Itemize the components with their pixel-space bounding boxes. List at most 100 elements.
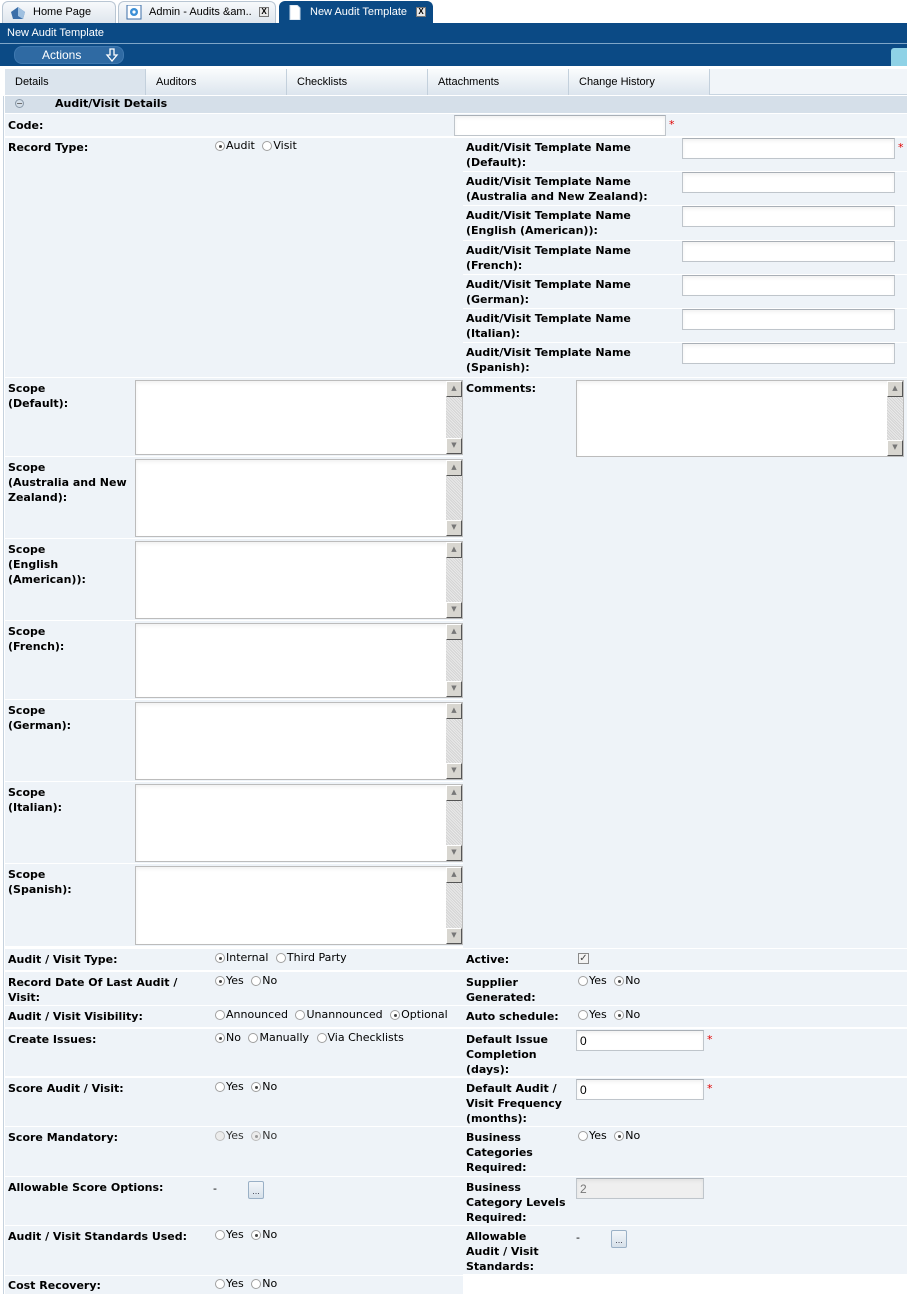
radio-button[interactable] bbox=[215, 953, 225, 963]
radio-button[interactable] bbox=[215, 1033, 225, 1043]
radio-optional[interactable]: Optional bbox=[390, 1008, 448, 1022]
scope-textarea[interactable]: ▲ ▼ bbox=[135, 541, 463, 619]
radio-unannounced[interactable]: Unannounced bbox=[295, 1008, 383, 1022]
scroll-down-icon[interactable]: ▼ bbox=[446, 681, 462, 697]
radio-button[interactable] bbox=[578, 1131, 588, 1141]
radio-button[interactable] bbox=[215, 976, 225, 986]
scrollbar[interactable]: ▲ ▼ bbox=[446, 542, 462, 618]
radio-no[interactable]: No bbox=[251, 1080, 277, 1094]
radio-no[interactable]: No bbox=[215, 1031, 241, 1045]
scrollbar[interactable]: ▲ ▼ bbox=[446, 460, 462, 536]
radio-button[interactable] bbox=[614, 976, 625, 986]
radio-manually[interactable]: Manually bbox=[248, 1031, 309, 1045]
tab-attachments[interactable]: Attachments bbox=[428, 69, 569, 95]
scroll-up-icon[interactable]: ▲ bbox=[446, 542, 462, 558]
radio-no[interactable]: No bbox=[614, 1129, 640, 1143]
close-icon[interactable]: X bbox=[259, 7, 269, 17]
radio-yes[interactable]: Yes bbox=[215, 1080, 244, 1094]
template-name-input[interactable] bbox=[682, 275, 895, 296]
template-name-input[interactable] bbox=[682, 138, 895, 159]
scroll-down-icon[interactable]: ▼ bbox=[446, 763, 462, 779]
scroll-down-icon[interactable]: ▼ bbox=[446, 845, 462, 861]
scroll-down-icon[interactable]: ▼ bbox=[887, 440, 903, 456]
scrollbar[interactable]: ▲ ▼ bbox=[446, 381, 462, 454]
radio-button[interactable] bbox=[578, 1010, 588, 1020]
radio-button[interactable] bbox=[390, 1010, 401, 1020]
radio-button[interactable] bbox=[215, 1010, 225, 1020]
scroll-down-icon[interactable]: ▼ bbox=[446, 928, 462, 944]
radio-button[interactable] bbox=[215, 1131, 225, 1141]
scroll-up-icon[interactable]: ▲ bbox=[446, 624, 462, 640]
scrollbar[interactable]: ▲ ▼ bbox=[446, 703, 462, 779]
scrollbar[interactable]: ▲ ▼ bbox=[446, 785, 462, 861]
radio-internal[interactable]: Internal bbox=[215, 951, 268, 965]
radio-button[interactable] bbox=[295, 1010, 306, 1020]
radio-button[interactable] bbox=[251, 976, 262, 986]
radio-button[interactable] bbox=[215, 1082, 225, 1092]
radio-no[interactable]: No bbox=[251, 1228, 277, 1242]
radio-button[interactable] bbox=[614, 1010, 625, 1020]
scroll-up-icon[interactable]: ▲ bbox=[446, 703, 462, 719]
radio-visit[interactable]: Visit bbox=[262, 139, 297, 153]
radio-no[interactable]: No bbox=[614, 974, 640, 988]
radio-no[interactable]: No bbox=[251, 1277, 277, 1291]
scroll-up-icon[interactable]: ▲ bbox=[446, 460, 462, 476]
radio-button[interactable] bbox=[215, 1279, 225, 1289]
ellipsis-icon[interactable]: ... bbox=[248, 1181, 264, 1199]
scrollbar[interactable]: ▲ ▼ bbox=[446, 624, 462, 697]
code-input[interactable] bbox=[454, 115, 666, 136]
tab-home-page[interactable]: Home Page bbox=[2, 1, 116, 23]
scroll-up-icon[interactable]: ▲ bbox=[887, 381, 903, 397]
tab-new-audit-template[interactable]: New Audit Template X bbox=[279, 1, 433, 23]
scroll-down-icon[interactable]: ▼ bbox=[446, 602, 462, 618]
radio-button[interactable] bbox=[614, 1131, 625, 1141]
radio-button[interactable] bbox=[275, 953, 286, 963]
actions-button[interactable]: Actions bbox=[14, 46, 124, 64]
radio-third-party[interactable]: Third Party bbox=[275, 951, 347, 965]
radio-button[interactable] bbox=[248, 1033, 259, 1043]
radio-button[interactable] bbox=[262, 141, 273, 151]
scroll-down-icon[interactable]: ▼ bbox=[446, 438, 462, 454]
template-name-input[interactable] bbox=[682, 343, 895, 364]
scrollbar[interactable]: ▲ ▼ bbox=[887, 381, 903, 456]
radio-button[interactable] bbox=[251, 1082, 262, 1092]
radio-button[interactable] bbox=[316, 1033, 327, 1043]
radio-button[interactable] bbox=[215, 1230, 225, 1240]
ellipsis-icon[interactable]: ... bbox=[611, 1230, 627, 1248]
radio-no[interactable]: No bbox=[251, 1129, 277, 1143]
radio-yes[interactable]: Yes bbox=[215, 1228, 244, 1242]
radio-yes[interactable]: Yes bbox=[578, 1129, 607, 1143]
template-name-input[interactable] bbox=[682, 172, 895, 193]
template-name-input[interactable] bbox=[682, 241, 895, 262]
collapse-icon[interactable]: − bbox=[15, 99, 24, 108]
panel-toggle[interactable] bbox=[891, 48, 907, 66]
radio-button[interactable] bbox=[251, 1230, 262, 1240]
scope-textarea[interactable]: ▲ ▼ bbox=[135, 380, 463, 455]
active-checkbox[interactable]: ✓ bbox=[578, 953, 589, 964]
default-issue-completion-input[interactable] bbox=[576, 1030, 704, 1051]
radio-yes[interactable]: Yes bbox=[215, 1277, 244, 1291]
radio-button[interactable] bbox=[215, 141, 225, 151]
radio-button[interactable] bbox=[578, 976, 588, 986]
scope-textarea[interactable]: ▲ ▼ bbox=[135, 623, 463, 698]
radio-announced[interactable]: Announced bbox=[215, 1008, 288, 1022]
default-frequency-input[interactable] bbox=[576, 1079, 704, 1100]
radio-no[interactable]: No bbox=[251, 974, 277, 988]
scrollbar[interactable]: ▲ ▼ bbox=[446, 867, 462, 944]
tab-admin-audits[interactable]: Admin - Audits &am.. X bbox=[118, 1, 276, 23]
scroll-up-icon[interactable]: ▲ bbox=[446, 381, 462, 397]
radio-yes[interactable]: Yes bbox=[215, 974, 244, 988]
radio-button[interactable] bbox=[251, 1279, 262, 1289]
scope-textarea[interactable]: ▲ ▼ bbox=[135, 459, 463, 537]
scope-textarea[interactable]: ▲ ▼ bbox=[135, 784, 463, 862]
tab-auditors[interactable]: Auditors bbox=[146, 69, 287, 95]
radio-via-checklists[interactable]: Via Checklists bbox=[316, 1031, 404, 1045]
radio-no[interactable]: No bbox=[614, 1008, 640, 1022]
tab-checklists[interactable]: Checklists bbox=[287, 69, 428, 95]
radio-yes[interactable]: Yes bbox=[215, 1129, 244, 1143]
comments-textarea[interactable]: ▲ ▼ bbox=[576, 380, 904, 457]
radio-yes[interactable]: Yes bbox=[578, 974, 607, 988]
radio-audit[interactable]: Audit bbox=[215, 139, 255, 153]
scope-textarea[interactable]: ▲ ▼ bbox=[135, 702, 463, 780]
scroll-up-icon[interactable]: ▲ bbox=[446, 867, 462, 883]
